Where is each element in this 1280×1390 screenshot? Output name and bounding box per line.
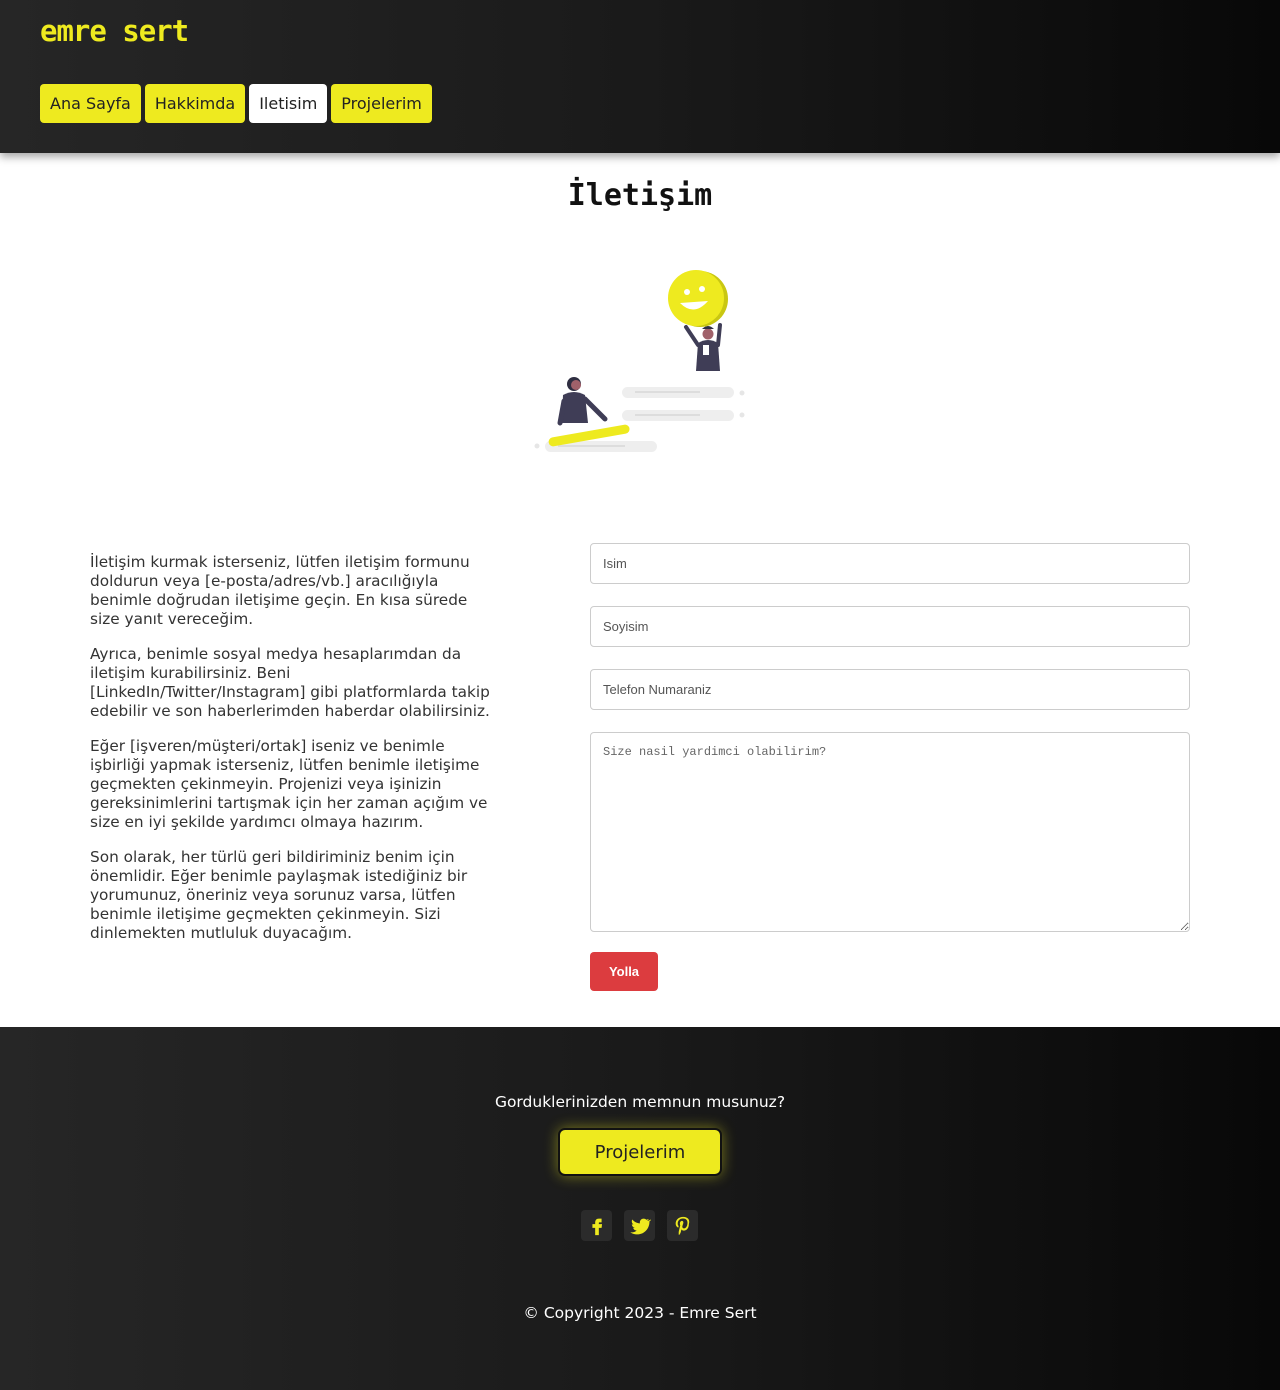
main-nav: Ana Sayfa Hakkimda Iletisim Projelerim (40, 84, 432, 123)
contact-illustration-icon (530, 265, 750, 465)
intro-paragraph: Eğer [işveren/müşteri/ortak] iseniz ve b… (90, 737, 488, 831)
facebook-icon[interactable] (581, 1210, 612, 1241)
social-links (581, 1210, 698, 1241)
site-footer: Gorduklerinizden memnun musunuz? Projele… (0, 1027, 1280, 1390)
nav-about[interactable]: Hakkimda (144, 84, 246, 123)
nav-contact[interactable]: Iletisim (249, 84, 328, 123)
site-header: emre sert Ana Sayfa Hakkimda Iletisim Pr… (0, 0, 1280, 153)
intro-paragraph: İletişim kurmak isterseniz, lütfen ileti… (90, 553, 470, 628)
nav-home[interactable]: Ana Sayfa (40, 84, 141, 123)
message-textarea[interactable] (590, 732, 1190, 932)
intro-paragraph: Ayrıca, benimle sosyal medya hesaplarımd… (90, 645, 490, 720)
brand-logo[interactable]: emre sert (40, 14, 189, 48)
footer-question: Gorduklerinizden memnun musunuz? (494, 1093, 786, 1111)
projects-cta-button[interactable]: Projelerim (558, 1128, 722, 1176)
submit-button[interactable]: Yolla (590, 952, 658, 991)
contact-intro: İletişim kurmak isterseniz, lütfen ileti… (90, 553, 495, 959)
twitter-icon[interactable] (624, 1210, 655, 1241)
name-input[interactable] (590, 543, 1190, 584)
intro-paragraph: Son olarak, her türlü geri bildiriminiz … (90, 848, 468, 942)
copyright-text: © Copyright 2023 - Emre Sert (523, 1304, 757, 1322)
pinterest-icon[interactable] (667, 1210, 698, 1241)
page-title: İletişim (567, 178, 713, 213)
nav-projects[interactable]: Projelerim (331, 84, 432, 123)
phone-input[interactable] (590, 669, 1190, 710)
surname-input[interactable] (590, 606, 1190, 647)
